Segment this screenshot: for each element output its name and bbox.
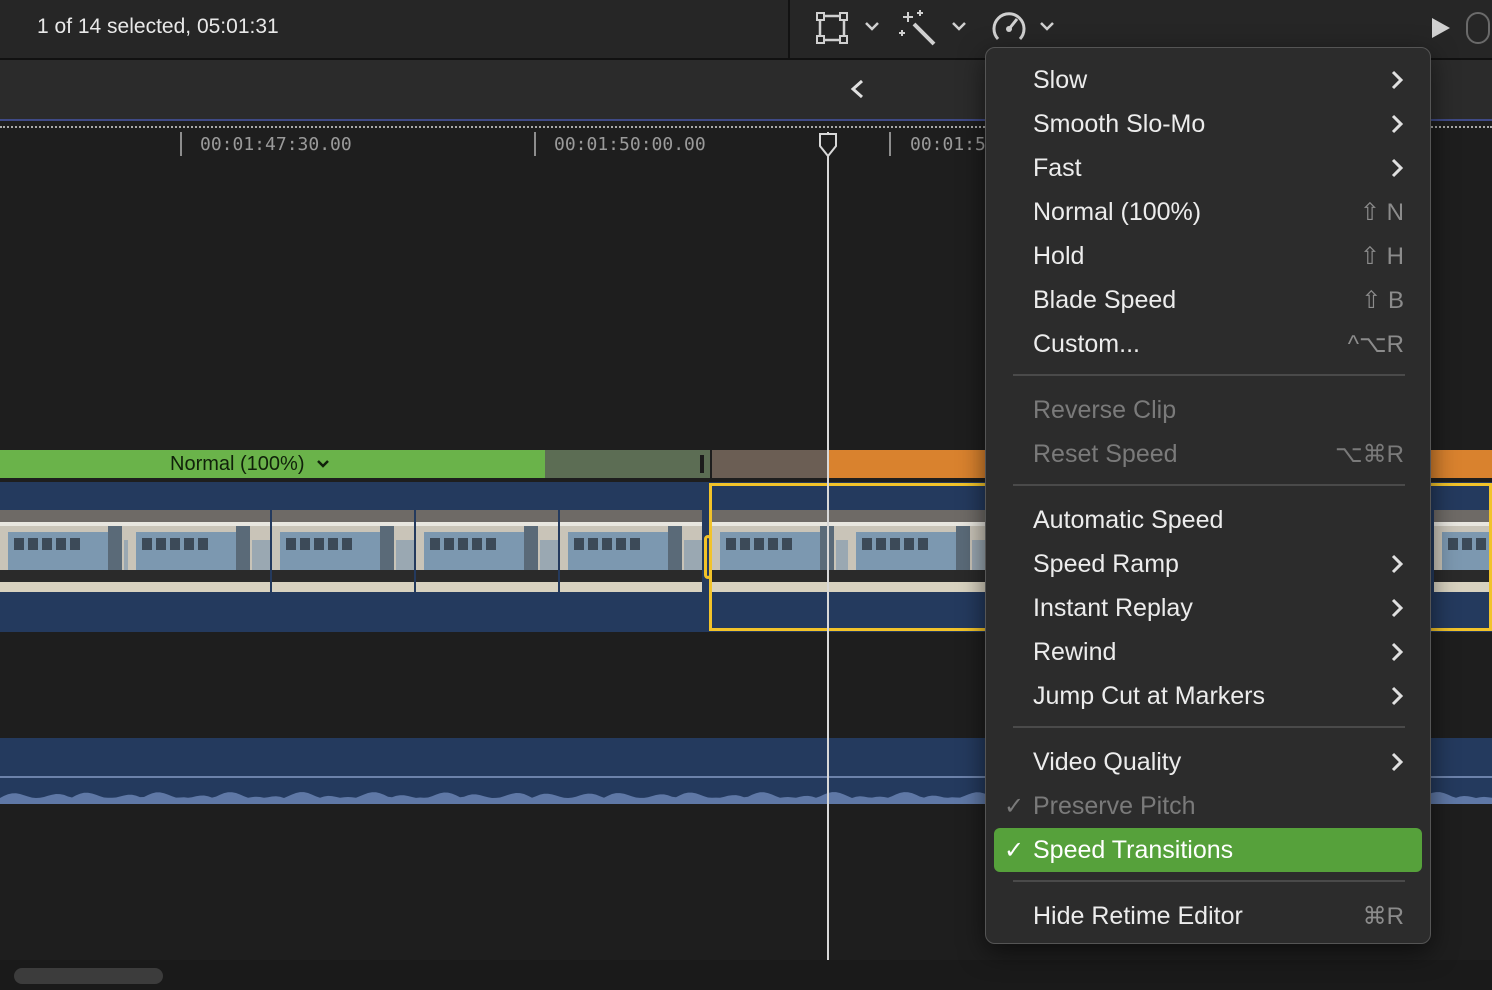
retime-bar-transition-fast[interactable] (712, 450, 828, 478)
menu-item-label: Jump Cut at Markers (1033, 682, 1266, 710)
checkmark-icon: ✓ (1004, 793, 1025, 820)
menu-item-label: Automatic Speed (1033, 506, 1224, 534)
menu-item-label: Hide Retime Editor (1033, 902, 1243, 930)
menu-item-jump-cut-at-markers[interactable]: Jump Cut at Markers (994, 674, 1422, 718)
menu-item-preserve-pitch: ✓ Preserve Pitch (994, 784, 1422, 828)
menu-item-hold[interactable]: Hold ⇧ H (994, 234, 1422, 278)
menu-item-label: Reverse Clip (1033, 396, 1177, 424)
menu-separator (1013, 726, 1405, 728)
menu-item-label: Reset Speed (1033, 440, 1178, 468)
menu-item-label: Rewind (1033, 638, 1117, 666)
timecode-label: 00:01:47:30.00 (200, 134, 352, 155)
ruler-tick (180, 132, 182, 156)
chevron-right-icon (1391, 686, 1404, 706)
playhead-handle[interactable] (818, 132, 838, 158)
toolbar-divider (788, 0, 790, 58)
menu-item-label: Speed Transitions (1033, 836, 1234, 864)
clip-thumbnail (272, 510, 414, 592)
menu-item-shortcut: ⇧ N (1359, 199, 1404, 226)
checkmark-icon: ✓ (1004, 837, 1025, 864)
menu-item-label: Fast (1033, 154, 1082, 182)
selection-status: 1 of 14 selected, 05:01:31 (37, 15, 279, 38)
clip-thumbnail (560, 510, 702, 592)
horizontal-scrollbar[interactable] (0, 960, 1492, 990)
toolbar-oval-control[interactable] (1466, 12, 1490, 44)
chevron-right-icon (1391, 158, 1404, 178)
magic-wand-icon[interactable] (898, 8, 940, 50)
menu-item-slow[interactable]: Slow (994, 58, 1422, 102)
chevron-down-icon (317, 460, 329, 468)
menu-item-blade-speed[interactable]: Blade Speed ⇧ B (994, 278, 1422, 322)
menu-item-normal[interactable]: Normal (100%) ⇧ N (994, 190, 1422, 234)
scrollbar-thumb[interactable] (14, 968, 163, 984)
chevron-right-icon (1391, 642, 1404, 662)
chevron-down-icon[interactable] (1039, 18, 1055, 34)
chevron-right-icon (1391, 114, 1404, 134)
clip-thumbnail (416, 510, 558, 592)
retime-speedometer-icon[interactable] (990, 8, 1028, 48)
menu-item-label: Video Quality (1033, 748, 1182, 776)
menu-item-custom[interactable]: Custom... ^⌥R (994, 322, 1422, 366)
menu-item-instant-replay[interactable]: Instant Replay (994, 586, 1422, 630)
menu-item-label: Hold (1033, 242, 1085, 270)
menu-item-label: Instant Replay (1033, 594, 1193, 622)
menu-item-fast[interactable]: Fast (994, 146, 1422, 190)
chevron-left-icon[interactable] (848, 78, 868, 100)
retime-menu: Slow Smooth Slo-Mo Fast Normal (100%) ⇧ … (985, 47, 1431, 944)
chevron-right-icon (1391, 752, 1404, 772)
menu-item-label: Custom... (1033, 330, 1140, 358)
menu-separator (1013, 374, 1405, 376)
ruler-tick (534, 132, 536, 156)
menu-item-label: Slow (1033, 66, 1088, 94)
transform-icon[interactable] (814, 8, 852, 48)
clip-thumbnail (0, 510, 142, 592)
play-icon[interactable] (1432, 18, 1450, 38)
clip-thumbnail (128, 510, 270, 592)
menu-item-shortcut: ⌘R (1362, 903, 1404, 930)
chevron-down-icon[interactable] (951, 18, 967, 34)
menu-item-label: Blade Speed (1033, 286, 1177, 314)
playhead[interactable] (827, 132, 829, 960)
menu-item-label: Speed Ramp (1033, 550, 1179, 578)
menu-item-reset-speed: Reset Speed ⌥⌘R (994, 432, 1422, 476)
speed-transition-handle[interactable] (704, 535, 712, 579)
menu-item-smooth-slo-mo[interactable]: Smooth Slo-Mo (994, 102, 1422, 146)
menu-item-label: Smooth Slo-Mo (1033, 110, 1206, 138)
menu-item-label: Normal (100%) (1033, 198, 1202, 226)
menu-item-speed-ramp[interactable]: Speed Ramp (994, 542, 1422, 586)
chevron-right-icon (1391, 70, 1404, 90)
menu-item-reverse-clip: Reverse Clip (994, 388, 1422, 432)
menu-item-label: Preserve Pitch (1033, 792, 1196, 820)
chevron-right-icon (1391, 598, 1404, 618)
timecode-label: 00:01:50:00.00 (554, 134, 706, 155)
menu-item-video-quality[interactable]: Video Quality (994, 740, 1422, 784)
menu-item-shortcut: ⌥⌘R (1335, 441, 1404, 468)
chevron-down-icon[interactable] (864, 18, 880, 34)
retime-speed-text: Normal (100%) (170, 453, 305, 475)
menu-separator (1013, 880, 1405, 882)
retime-handle[interactable] (700, 455, 704, 473)
menu-item-shortcut: ^⌥R (1347, 331, 1404, 358)
retime-speed-label[interactable]: Normal (100%) (170, 453, 330, 476)
ruler-tick (889, 132, 891, 156)
menu-separator (1013, 484, 1405, 486)
menu-item-speed-transitions[interactable]: ✓ Speed Transitions (994, 828, 1422, 872)
menu-item-hide-retime-editor[interactable]: Hide Retime Editor ⌘R (994, 894, 1422, 938)
menu-item-rewind[interactable]: Rewind (994, 630, 1422, 674)
chevron-right-icon (1391, 554, 1404, 574)
menu-item-shortcut: ⇧ B (1361, 287, 1404, 314)
menu-item-automatic-speed[interactable]: Automatic Speed (994, 498, 1422, 542)
retime-bar-transition[interactable] (545, 450, 710, 478)
menu-item-shortcut: ⇧ H (1359, 243, 1404, 270)
timecode-label: 00:01:5 (910, 134, 986, 155)
